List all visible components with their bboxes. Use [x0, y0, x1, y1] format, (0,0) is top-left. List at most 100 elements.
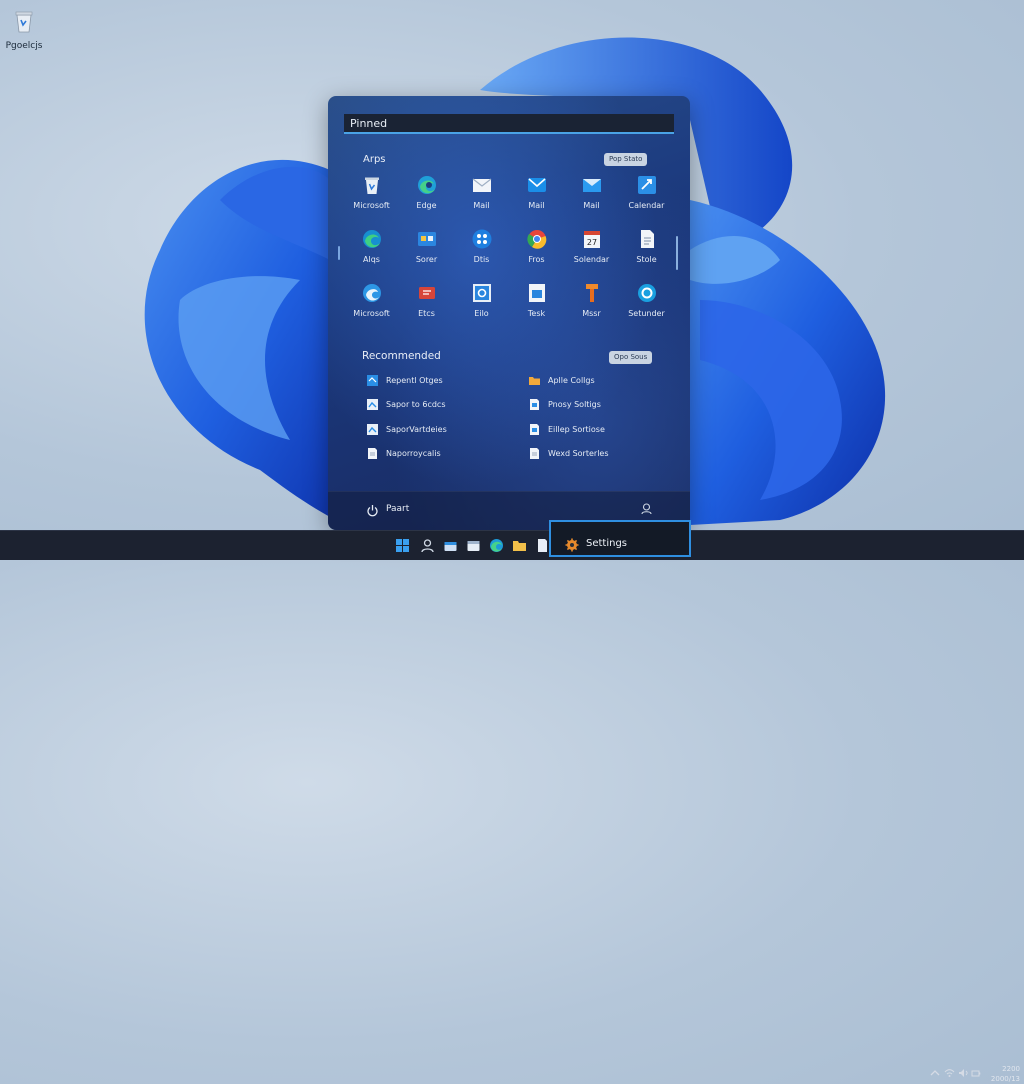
recommended-item[interactable]: SaporVartdeies: [366, 423, 506, 437]
apps-section-button[interactable]: Pop Stato: [604, 153, 648, 166]
mail-red-icon: [418, 287, 435, 299]
recommended-item-label: Eillep Sortiose: [548, 425, 605, 434]
recommended-item[interactable]: Pnosy Soltigs: [528, 398, 668, 412]
pinned-app[interactable]: Eilo: [454, 282, 509, 318]
user-icon[interactable]: [420, 538, 435, 553]
taskbar: 2200 2000/13: [0, 530, 1024, 1083]
clock-date: 2000/13: [990, 1075, 1020, 1083]
pinned-app[interactable]: Etcs: [399, 282, 454, 318]
pinned-app-label: Fros: [528, 255, 545, 264]
power-icon[interactable]: [366, 504, 379, 517]
pinned-apps-grid: Microsoft Edge Mail Mail Mail Calendar A…: [344, 174, 674, 334]
recommended-item-label: Naporroycalis: [386, 449, 441, 458]
pinned-app-label: Etcs: [418, 309, 435, 318]
apps-icon: [472, 229, 491, 249]
scrollbar[interactable]: [676, 236, 678, 270]
recommended-item[interactable]: Repentl Otges: [366, 374, 506, 388]
pinned-app-label: Eilo: [474, 309, 489, 318]
document-icon: [640, 230, 654, 248]
document-icon: [530, 448, 539, 459]
pinned-app[interactable]: Tesk: [509, 282, 564, 318]
recommended-item[interactable]: Aplle Collgs: [528, 374, 668, 388]
pinned-app[interactable]: Microsoft: [344, 282, 399, 318]
desktop-icon-label: Pgoelcjs: [5, 41, 43, 51]
pinned-app-label: Stole: [636, 255, 657, 264]
clock[interactable]: 2200 2000/13: [984, 1064, 1020, 1084]
chevron-up-icon[interactable]: [930, 1068, 940, 1078]
calendar-icon: [637, 176, 656, 194]
recycle-bin-icon: [15, 11, 33, 33]
left-scroll-indicator: [338, 246, 340, 260]
edge-icon: [417, 176, 436, 194]
recommended-item[interactable]: Naporroycalis: [366, 447, 506, 461]
pinned-app-label: Mail: [473, 201, 490, 210]
folder-icon: [529, 377, 540, 385]
task-icon: [528, 284, 545, 302]
pinned-app-label: Edge: [416, 201, 437, 210]
pinned-app[interactable]: Edge: [399, 174, 454, 210]
edge-icon[interactable]: [489, 538, 504, 553]
recommended-item-label: SaporVartdeies: [386, 425, 447, 434]
pinned-app-label: Mail: [583, 201, 600, 210]
pinned-app-label: Sorer: [415, 255, 438, 264]
document-icon: [367, 399, 378, 410]
pinned-app[interactable]: Dtis: [454, 228, 509, 264]
pinned-app-label: Dtis: [473, 255, 490, 264]
desktop-recycle-bin[interactable]: Pgoelcjs: [4, 8, 44, 51]
pinned-app[interactable]: 27 Solendar: [564, 228, 619, 264]
user-name[interactable]: Paart: [386, 504, 409, 514]
pinned-app[interactable]: Mail: [454, 174, 509, 210]
speaker-icon[interactable]: [958, 1068, 969, 1078]
recommended-item-label: Pnosy Soltigs: [548, 400, 601, 409]
recommended-item[interactable]: Wexd Sorterles: [528, 447, 668, 461]
svg-text:27: 27: [586, 238, 596, 247]
calendar-icon: 27: [583, 231, 600, 248]
recommended-item-label: Repentl Otges: [386, 376, 443, 385]
wifi-icon[interactable]: [944, 1068, 955, 1078]
pinned-app-label: Tesk: [527, 309, 546, 318]
document-icon: [530, 424, 539, 435]
recycle-bin-icon: [364, 177, 379, 194]
recommended-item-label: Sapor to 6cdcs: [386, 400, 446, 409]
windows-start-icon[interactable]: [395, 538, 410, 553]
pinned-app[interactable]: Setunder: [619, 282, 674, 318]
settings-taskbar-item[interactable]: Settings: [549, 520, 691, 557]
pinned-app-label: Alqs: [363, 255, 380, 264]
pinned-app[interactable]: Stole: [619, 228, 674, 264]
pinned-app[interactable]: Calendar: [619, 174, 674, 210]
store-icon[interactable]: [443, 538, 458, 553]
edge-icon: [362, 230, 381, 248]
pinned-app-label: Mssr: [582, 309, 601, 318]
recommended-item[interactable]: Eillep Sortiose: [528, 423, 668, 437]
document-icon: [367, 375, 378, 386]
file-explorer-icon[interactable]: [466, 538, 481, 553]
pinned-app-label: Setunder: [628, 309, 665, 318]
start-menu: Pinned Arps Pop Stato Microsoft Edge Mai…: [328, 96, 690, 530]
edge-icon: [362, 284, 381, 302]
start-search-box[interactable]: Pinned: [344, 114, 674, 134]
mail-icon: [472, 178, 491, 192]
recommended-item-label: Aplle Collgs: [548, 376, 595, 385]
document-icon: [530, 399, 539, 410]
user-icon[interactable]: [640, 502, 653, 515]
circle-icon: [637, 284, 656, 302]
recommended-item[interactable]: Sapor to 6cdcs: [366, 398, 506, 412]
folder-icon[interactable]: [512, 538, 527, 553]
pinned-app[interactable]: Microsoft: [344, 174, 399, 210]
clock-time: 2200: [1002, 1065, 1020, 1073]
battery-icon[interactable]: [971, 1068, 981, 1078]
recommended-title: Recommended: [362, 350, 441, 362]
pinned-app-label: Calendar: [628, 201, 665, 210]
recommended-more-button[interactable]: Opo Sous: [609, 351, 653, 364]
pinned-app[interactable]: Mssr: [564, 282, 619, 318]
mail-icon: [527, 178, 546, 192]
pinned-app[interactable]: Mail: [509, 174, 564, 210]
pinned-app[interactable]: Fros: [509, 228, 564, 264]
gear-icon: [565, 538, 579, 552]
pinned-app[interactable]: Sorer: [399, 228, 454, 264]
pinned-app[interactable]: Alqs: [344, 228, 399, 264]
mail-icon: [582, 179, 601, 192]
document-icon[interactable]: [535, 538, 550, 553]
settings-label: Settings: [586, 538, 628, 549]
pinned-app[interactable]: Mail: [564, 174, 619, 210]
